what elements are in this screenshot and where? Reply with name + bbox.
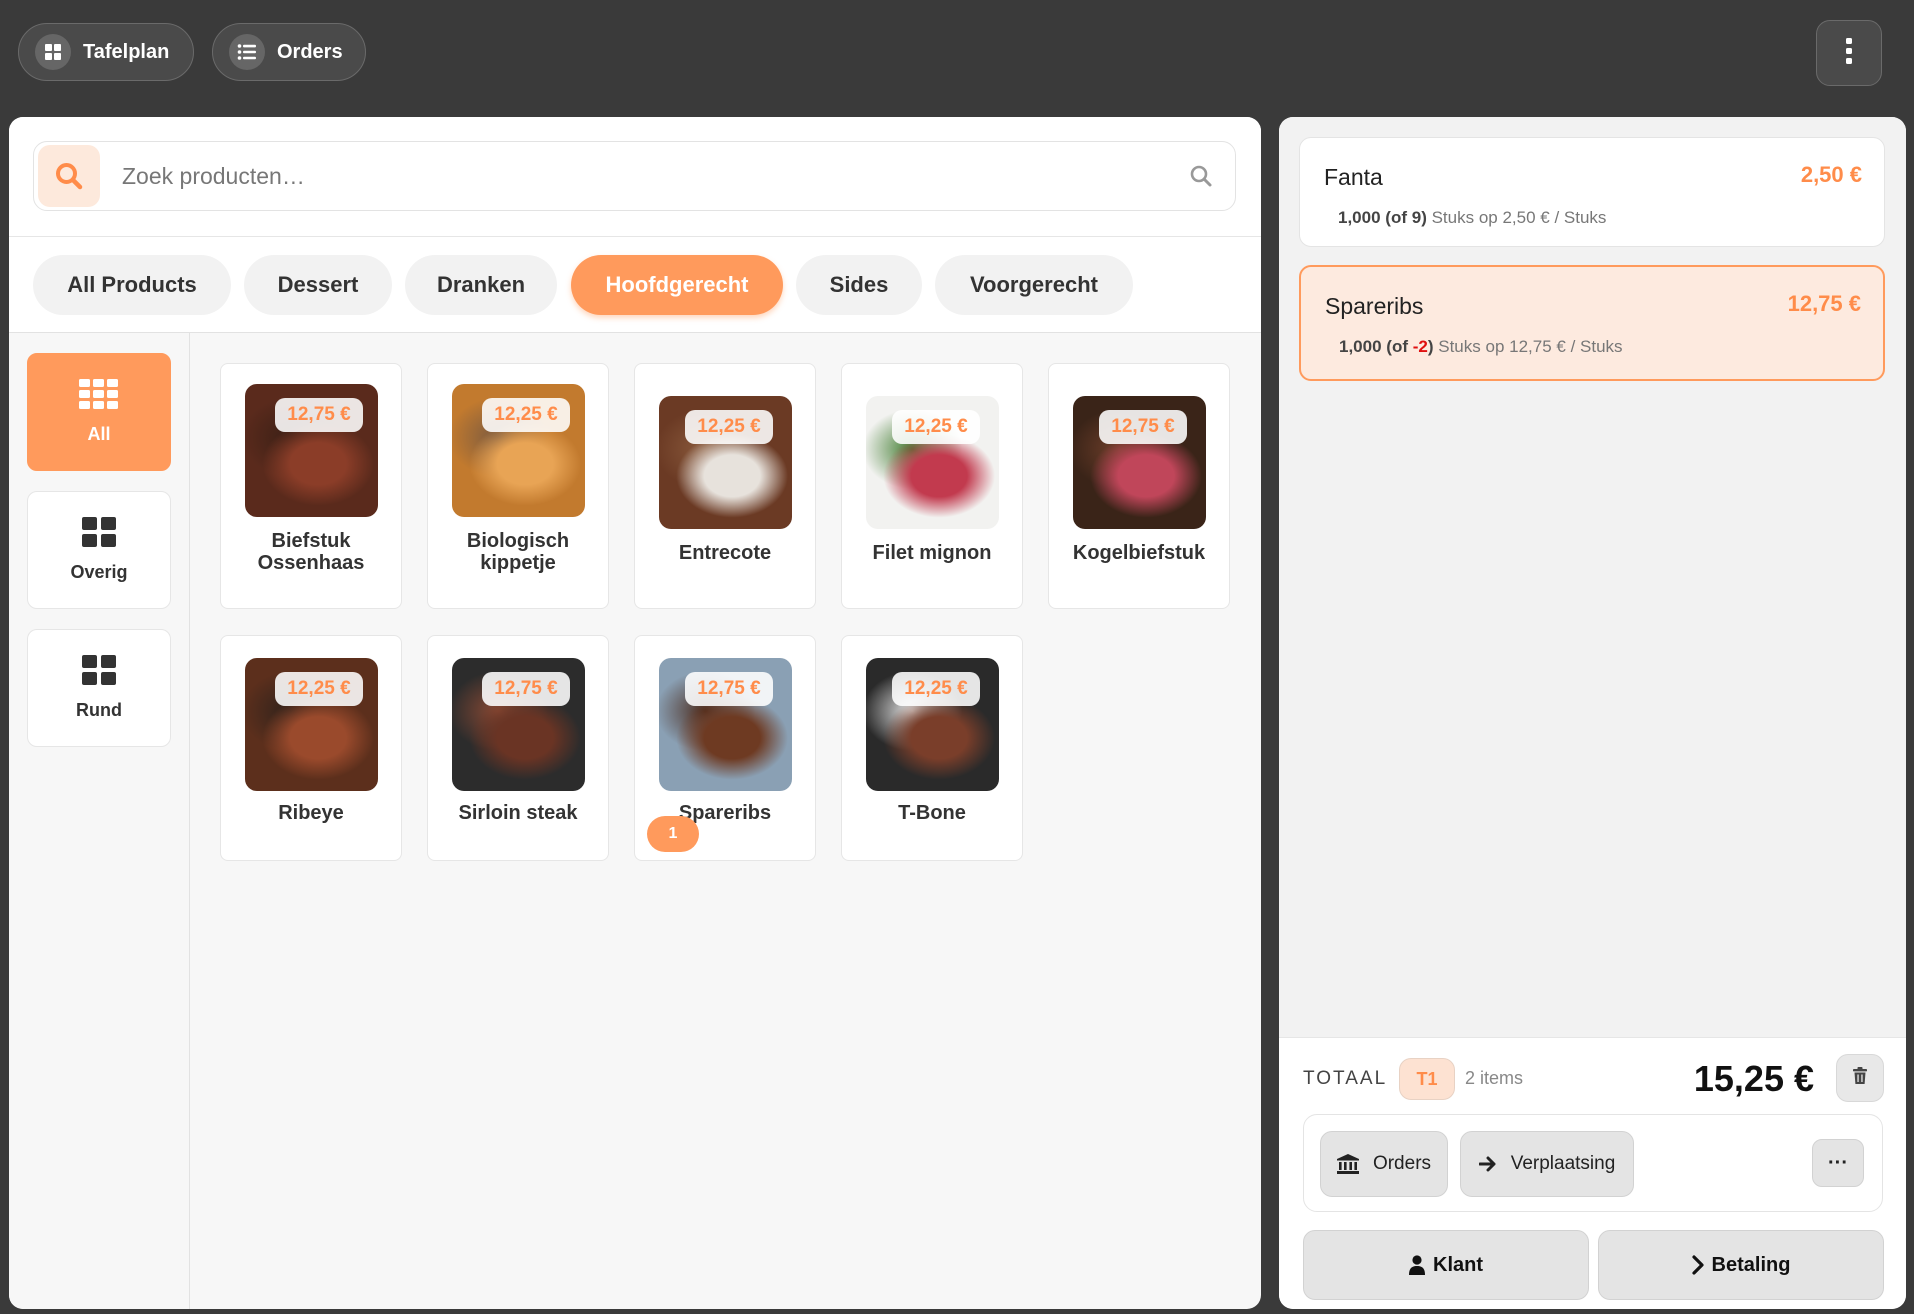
product-name: Biologisch kippetje (466, 530, 570, 574)
order-actions: Orders Verplaatsing ··· (1303, 1114, 1883, 1212)
move-order-button[interactable]: Verplaatsing (1460, 1131, 1634, 1197)
order-line-name: Spareribs (1325, 293, 1424, 319)
product-price-badge: 12,25 € (685, 410, 773, 444)
order-line-detail: 1,000 (of 9) Stuks op 2,50 € / Stuks (1338, 208, 1607, 227)
total-amount: 15,25 € (1693, 1058, 1814, 1099)
tab-dessert[interactable]: Dessert (244, 255, 392, 315)
search-area (9, 117, 1261, 237)
product-card[interactable]: 12,25 € Biologisch kippetje (427, 363, 609, 609)
order-line-price: 12,75 € (1787, 291, 1861, 316)
product-price-badge: 12,75 € (482, 672, 570, 706)
product-card[interactable]: 12,25 € Ribeye (220, 635, 402, 861)
quantity-badge: 1 (647, 816, 699, 852)
move-order-label: Verplaatsing (1510, 1153, 1616, 1174)
list-icon (229, 34, 265, 70)
trash-icon (1852, 1066, 1868, 1090)
order-line-price: 2,50 € (1800, 162, 1862, 187)
apps-grid-icon (79, 379, 119, 414)
order-footer: TOTAAL T1 2 items 15,25 € Orders Verplaa… (1279, 1037, 1906, 1309)
product-name: Ribeye (278, 802, 344, 824)
chevron-right-icon (1691, 1255, 1704, 1275)
grid-icon (35, 34, 71, 70)
product-card[interactable]: 12,25 € Filet mignon (841, 363, 1023, 609)
customer-button[interactable]: Klant (1303, 1230, 1589, 1300)
tab-dranken[interactable]: Dranken (405, 255, 557, 315)
order-line-detail: 1,000 (of -2) Stuks op 12,75 € / Stuks (1339, 337, 1623, 356)
subcategory-label: All (87, 424, 111, 444)
product-price-badge: 12,25 € (892, 672, 980, 706)
tafelplan-label: Tafelplan (83, 40, 170, 63)
bank-icon (1336, 1154, 1359, 1174)
product-price-badge: 12,25 € (482, 398, 570, 432)
tab-hoofdgerecht[interactable]: Hoofdgerecht (571, 255, 783, 315)
product-panel: All Products Dessert Dranken Hoofdgerech… (9, 117, 1261, 1309)
order-panel: Fanta 2,50 € 1,000 (of 9) Stuks op 2,50 … (1279, 117, 1906, 1309)
subcategory-label: Overig (70, 562, 128, 582)
order-lines: Fanta 2,50 € 1,000 (of 9) Stuks op 2,50 … (1279, 117, 1906, 1037)
product-price-badge: 12,75 € (275, 398, 363, 432)
tab-voorgerecht[interactable]: Voorgerecht (935, 255, 1133, 315)
product-price-badge: 12,75 € (1099, 410, 1187, 444)
subcategory-overig[interactable]: Overig (27, 491, 171, 609)
order-line[interactable]: Fanta 2,50 € 1,000 (of 9) Stuks op 2,50 … (1299, 137, 1885, 247)
orders-action-button[interactable]: Orders (1320, 1131, 1448, 1197)
user-icon (1409, 1255, 1425, 1275)
grid-icon (82, 517, 116, 552)
product-name: Filet mignon (872, 542, 992, 564)
product-card[interactable]: 12,25 € T-Bone (841, 635, 1023, 861)
more-menu-button[interactable] (1816, 20, 1882, 86)
product-card[interactable]: 12,75 € Kogelbiefstuk (1048, 363, 1230, 609)
vertical-dots-icon (1845, 37, 1853, 70)
product-price-badge: 12,25 € (275, 672, 363, 706)
customer-label: Klant (1433, 1253, 1483, 1276)
product-price-badge: 12,25 € (892, 410, 980, 444)
clear-order-button[interactable] (1836, 1054, 1884, 1102)
tafelplan-button[interactable]: Tafelplan (18, 23, 194, 81)
subcategory-rund[interactable]: Rund (27, 629, 171, 747)
product-card[interactable]: 12,75 € Sirloin steak (427, 635, 609, 861)
payment-button[interactable]: Betaling (1598, 1230, 1884, 1300)
product-name: Entrecote (678, 542, 772, 564)
search-box[interactable] (33, 141, 1236, 211)
subcategory-sidebar: All Overig Rund (9, 333, 190, 1309)
subcategory-all[interactable]: All (27, 353, 171, 471)
orders-label: Orders (277, 40, 343, 63)
subcategory-label: Rund (76, 700, 122, 720)
top-bar: Tafelplan Orders (0, 0, 1914, 118)
tab-all-products[interactable]: All Products (33, 255, 231, 315)
product-card[interactable]: 12,25 € Entrecote (634, 363, 816, 609)
product-card[interactable]: 12,75 € Biefstuk Ossenhaas (220, 363, 402, 609)
product-name: Kogelbiefstuk (1072, 542, 1206, 564)
product-name: Sirloin steak (458, 802, 578, 824)
tab-sides[interactable]: Sides (796, 255, 922, 315)
orders-button[interactable]: Orders (212, 23, 366, 81)
items-count: 2 items (1465, 1068, 1524, 1088)
table-badge[interactable]: T1 (1399, 1058, 1455, 1100)
product-price-badge: 12,75 € (685, 672, 773, 706)
search-icon (1189, 164, 1213, 193)
search-input[interactable] (122, 162, 1122, 190)
payment-label: Betaling (1711, 1253, 1791, 1276)
product-name: T-Bone (898, 802, 966, 824)
product-card[interactable]: 12,75 € Spareribs 1 (634, 635, 816, 861)
grid-icon (82, 655, 116, 690)
more-actions-button[interactable]: ··· (1812, 1139, 1864, 1187)
more-actions-label: ··· (1828, 1151, 1848, 1174)
total-label: TOTAAL (1303, 1068, 1388, 1089)
category-tabs: All Products Dessert Dranken Hoofdgerech… (9, 237, 1261, 333)
arrow-right-icon (1478, 1155, 1497, 1173)
order-line-selected[interactable]: Spareribs 12,75 € 1,000 (of -2) Stuks op… (1299, 265, 1885, 381)
orders-action-label: Orders (1372, 1153, 1432, 1174)
order-line-name: Fanta (1324, 164, 1383, 190)
search-icon[interactable] (38, 145, 100, 207)
product-name: Biefstuk Ossenhaas (257, 530, 365, 574)
